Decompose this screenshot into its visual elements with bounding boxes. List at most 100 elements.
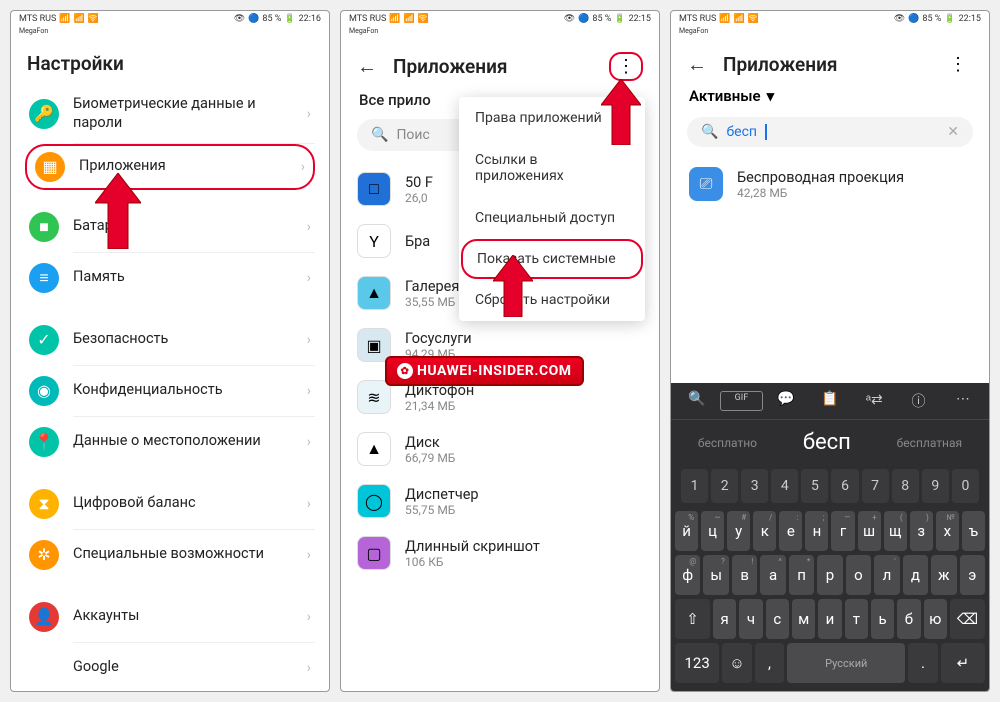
settings-item-shield[interactable]: ✓ Безопасность › [25, 315, 315, 365]
key[interactable]: ~ц [701, 511, 724, 551]
key[interactable]: 7 [862, 469, 889, 503]
suggestion[interactable]: бесплатная [897, 436, 962, 450]
info-icon[interactable]: ⓘ [897, 391, 940, 411]
key[interactable]: 8 [892, 469, 919, 503]
back-icon[interactable]: ← [687, 52, 707, 77]
filter-dropdown[interactable]: Активные▾ [671, 87, 989, 117]
settings-item-battery[interactable]: ■ Батарея › [25, 202, 315, 252]
eye-icon: ◉ [29, 376, 59, 406]
key[interactable]: ю [924, 599, 947, 639]
key[interactable]: #у [727, 511, 750, 551]
clipboard-icon[interactable]: 📋 [808, 391, 851, 411]
app-icon: ▢ [357, 536, 391, 570]
key[interactable]: *п [789, 555, 814, 595]
key[interactable]: :е [779, 511, 802, 551]
gif-icon[interactable]: GIF [720, 391, 763, 411]
translate-icon[interactable]: ᵃ⇄ [853, 391, 896, 411]
search-icon[interactable]: 🔍 [675, 391, 718, 411]
person-icon: 👤 [29, 602, 59, 632]
key[interactable]: +ш [858, 511, 881, 551]
settings-item-grid[interactable]: ▦ Приложения › [25, 144, 315, 190]
settings-item-person[interactable]: 👤 Аккаунты › [25, 592, 315, 642]
app-list-item[interactable]: ⎚ Беспроводная проекция 42,28 МБ [671, 157, 989, 211]
settings-item-google[interactable]: G Google › [25, 643, 315, 691]
overflow-menu-icon[interactable]: ⋮ [943, 52, 973, 77]
key[interactable]: 5 [801, 469, 828, 503]
key[interactable]: д [903, 555, 928, 595]
header: ← Приложения ⋮ [671, 38, 989, 87]
key[interactable]: ъ [962, 511, 985, 551]
key[interactable]: !в [732, 555, 757, 595]
page-title: Приложения [393, 55, 593, 78]
suggestion-primary[interactable]: бесп [803, 430, 851, 455]
settings-item-key[interactable]: 🔑 Биометрические данные и пароли › [25, 85, 315, 143]
key[interactable]: ч [739, 599, 762, 639]
key[interactable]: ?ы [703, 555, 728, 595]
key[interactable]: я [713, 599, 736, 639]
accessibility-icon: ✲ [29, 540, 59, 570]
key[interactable]: %й [675, 511, 698, 551]
key[interactable]: 6 [831, 469, 858, 503]
key[interactable]: ж [931, 555, 956, 595]
app-icon: ◯ [357, 484, 391, 518]
settings-item-label: Специальные возможности [73, 545, 307, 564]
key[interactable]: ⌫ [950, 599, 985, 639]
app-list-item[interactable]: ▢ Длинный скриншот 106 КБ [357, 527, 643, 579]
key[interactable]: т [845, 599, 868, 639]
app-size: 42,28 МБ [737, 186, 971, 200]
app-size: 21,34 МБ [405, 399, 643, 413]
back-icon[interactable]: ← [357, 54, 377, 79]
app-list-item[interactable]: ▲ Диск 66,79 МБ [357, 423, 643, 475]
key[interactable]: ь [871, 599, 894, 639]
key[interactable]: б [897, 599, 920, 639]
key[interactable]: 'л [874, 555, 899, 595]
search-input[interactable]: 🔍 бесп ✕ [687, 117, 973, 147]
settings-item-label: Цифровой баланс [73, 494, 307, 513]
chat-icon[interactable]: 💬 [764, 391, 807, 411]
app-name: Длинный скриншот [405, 538, 643, 555]
key[interactable]: 3 [741, 469, 768, 503]
more-icon[interactable]: ⋯ [941, 391, 984, 411]
key[interactable]: @ф [675, 555, 700, 595]
key[interactable]: 4 [771, 469, 798, 503]
settings-item-accessibility[interactable]: ✲ Специальные возможности › [25, 530, 315, 580]
key[interactable]: 2 [711, 469, 738, 503]
key[interactable]: ^а [760, 555, 785, 595]
key-enter[interactable]: ↵ [941, 643, 985, 683]
key[interactable]: ⇧ [675, 599, 710, 639]
key[interactable]: №х [936, 511, 959, 551]
clear-icon[interactable]: ✕ [947, 124, 959, 140]
menu-item[interactable]: Показать системные [461, 239, 643, 279]
menu-item[interactable]: Специальный доступ [459, 197, 645, 239]
overflow-menu-icon[interactable]: ⋮ [609, 52, 643, 81]
key[interactable]: э [960, 555, 985, 595]
key[interactable]: )з [910, 511, 933, 551]
key-space[interactable]: Русский [787, 643, 905, 683]
key[interactable]: р [817, 555, 842, 595]
key[interactable]: /к [753, 511, 776, 551]
key[interactable]: 1 [681, 469, 708, 503]
suggestion[interactable]: бесплатно [698, 436, 757, 450]
settings-item-storage[interactable]: ≡ Память › [25, 253, 315, 303]
settings-item-eye[interactable]: ◉ Конфиденциальность › [25, 366, 315, 416]
settings-item-pin[interactable]: 📍 Данные о местоположении › [25, 417, 315, 467]
key[interactable]: о [846, 555, 871, 595]
menu-item[interactable]: Сбросить настройки [459, 279, 645, 321]
key[interactable]: —г [831, 511, 854, 551]
key-comma[interactable]: , [755, 643, 785, 683]
key[interactable]: м [792, 599, 815, 639]
chevron-right-icon: › [307, 660, 311, 676]
app-size: 106 КБ [405, 555, 643, 569]
key[interactable]: с [766, 599, 789, 639]
key-123[interactable]: 123 [675, 643, 719, 683]
key[interactable]: (щ [884, 511, 907, 551]
settings-item-hourglass[interactable]: ⧗ Цифровой баланс › [25, 479, 315, 529]
key-emoji[interactable]: ☺ [722, 643, 752, 683]
key-period[interactable]: . [908, 643, 938, 683]
key[interactable]: 0 [952, 469, 979, 503]
key[interactable]: 9 [922, 469, 949, 503]
app-list-item[interactable]: ◯ Диспетчер 55,75 МБ [357, 475, 643, 527]
key[interactable]: и [818, 599, 841, 639]
menu-item[interactable]: Ссылки в приложениях [459, 139, 645, 197]
key[interactable]: ;н [805, 511, 828, 551]
